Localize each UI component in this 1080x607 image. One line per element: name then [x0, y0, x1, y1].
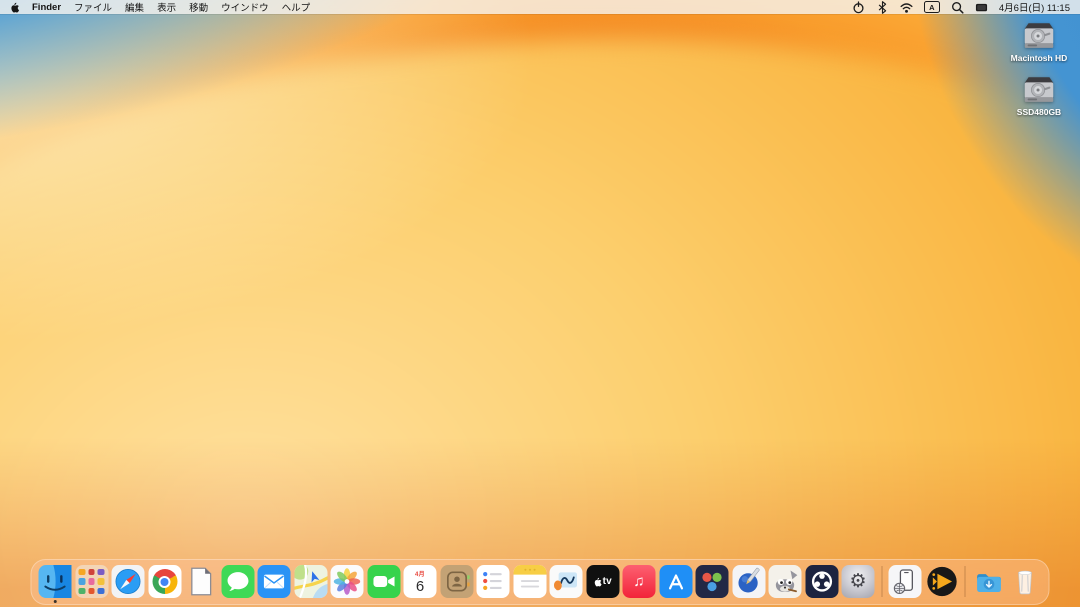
- hard-drive-icon: [1020, 21, 1058, 52]
- hard-drive-icon: [1020, 75, 1058, 106]
- dock-item-launchpad[interactable]: [75, 565, 108, 598]
- dock-item-facetime[interactable]: [367, 565, 400, 598]
- freeform-icon: [550, 565, 583, 598]
- dock-item-reminders[interactable]: [477, 565, 510, 598]
- music-note-icon: ♫: [633, 573, 644, 590]
- device-utility-icon: [889, 565, 922, 598]
- apple-icon: [10, 2, 19, 13]
- obs-icon: [805, 565, 838, 598]
- calendar-month: 4月: [415, 569, 425, 578]
- dock-item-gimp[interactable]: [769, 565, 802, 598]
- dock-separator: [965, 566, 966, 597]
- menu-go[interactable]: 移動: [189, 0, 208, 14]
- facetime-icon: [367, 565, 400, 598]
- dock-item-app-store[interactable]: [659, 565, 692, 598]
- drive-label: SSD480GB: [1017, 107, 1061, 117]
- finder-icon: [39, 565, 72, 598]
- bluetooth-icon[interactable]: [876, 1, 889, 14]
- dock-item-safari[interactable]: [112, 565, 145, 598]
- maps-icon: [294, 565, 327, 598]
- contacts-icon: [440, 565, 473, 598]
- dock-item-libreoffice[interactable]: [185, 565, 218, 598]
- menu-help[interactable]: ヘルプ: [282, 0, 311, 14]
- dock-item-trash[interactable]: [1009, 565, 1042, 598]
- power-icon[interactable]: [852, 1, 865, 14]
- dock-separator: [881, 566, 882, 597]
- drive-ssd480gb[interactable]: SSD480GB: [1017, 75, 1061, 117]
- dock-item-device-utility[interactable]: [889, 565, 922, 598]
- play-icon: [925, 565, 958, 598]
- dock-item-contacts[interactable]: [440, 565, 473, 598]
- apple-icon: [593, 577, 601, 587]
- dock-item-system-settings[interactable]: ⚙: [842, 565, 875, 598]
- davinci-resolve-icon: [696, 565, 729, 598]
- menu-view[interactable]: 表示: [157, 0, 176, 14]
- menu-window[interactable]: ウインドウ: [221, 0, 269, 14]
- scribus-icon: [732, 565, 765, 598]
- display-icon[interactable]: [975, 1, 988, 14]
- dock-item-media-player[interactable]: [925, 565, 958, 598]
- safari-icon: [112, 565, 145, 598]
- calendar-day: 6: [416, 579, 424, 594]
- dock-item-obs-studio[interactable]: [805, 565, 838, 598]
- gimp-icon: [769, 565, 802, 598]
- trash-icon: [1009, 565, 1042, 598]
- mail-icon: [258, 565, 291, 598]
- dock-item-davinci-resolve[interactable]: [696, 565, 729, 598]
- app-store-icon: [659, 565, 692, 598]
- reminders-icon: [477, 565, 510, 598]
- messages-icon: [221, 565, 254, 598]
- desktop-screen: Finder ファイル 編集 表示 移動 ウインドウ ヘルプ A: [0, 0, 1080, 607]
- dock-item-calendar[interactable]: 4月 6: [404, 565, 437, 598]
- dock-item-photos[interactable]: [331, 565, 364, 598]
- dock-item-freeform[interactable]: [550, 565, 583, 598]
- menu-file[interactable]: ファイル: [74, 0, 112, 14]
- dock-item-mail[interactable]: [258, 565, 291, 598]
- apple-menu[interactable]: [10, 2, 19, 13]
- tv-label: tv: [603, 576, 612, 587]
- dock-item-maps[interactable]: [294, 565, 327, 598]
- running-indicator: [53, 600, 57, 604]
- menu-edit[interactable]: 編集: [125, 0, 144, 14]
- dock-item-finder[interactable]: [39, 565, 72, 598]
- downloads-folder-icon: [972, 565, 1005, 598]
- menu-bar-status: A 4月6日(日) 11:15: [852, 0, 1070, 14]
- notes-icon: [513, 565, 546, 598]
- menu-bar: Finder ファイル 編集 表示 移動 ウインドウ ヘルプ A: [0, 0, 1080, 14]
- desktop-icons: Macintosh HD SSD480GB: [1001, 21, 1077, 117]
- menu-bar-clock[interactable]: 4月6日(日) 11:15: [999, 0, 1070, 14]
- dock-item-chrome[interactable]: [148, 565, 181, 598]
- wifi-icon[interactable]: [900, 1, 913, 14]
- libreoffice-document-icon: [185, 565, 218, 598]
- app-menu-finder[interactable]: Finder: [32, 2, 61, 13]
- gear-icon: ⚙: [849, 572, 866, 591]
- dock-item-downloads-folder[interactable]: [972, 565, 1005, 598]
- photos-icon: [331, 565, 364, 598]
- input-source-badge[interactable]: A: [924, 1, 940, 13]
- wallpaper-shade: [0, 0, 1080, 607]
- dock-item-messages[interactable]: [221, 565, 254, 598]
- dock-item-music[interactable]: ♫: [623, 565, 656, 598]
- drive-label: Macintosh HD: [1011, 53, 1068, 63]
- spotlight-icon[interactable]: [951, 1, 964, 14]
- drive-macintosh-hd[interactable]: Macintosh HD: [1011, 21, 1068, 63]
- dock-item-notes[interactable]: [513, 565, 546, 598]
- menu-bar-left: Finder ファイル 編集 表示 移動 ウインドウ ヘルプ: [10, 0, 310, 14]
- dock: 4月 6: [31, 559, 1050, 605]
- dock-item-scribus[interactable]: [732, 565, 765, 598]
- dock-item-apple-tv[interactable]: tv: [586, 565, 619, 598]
